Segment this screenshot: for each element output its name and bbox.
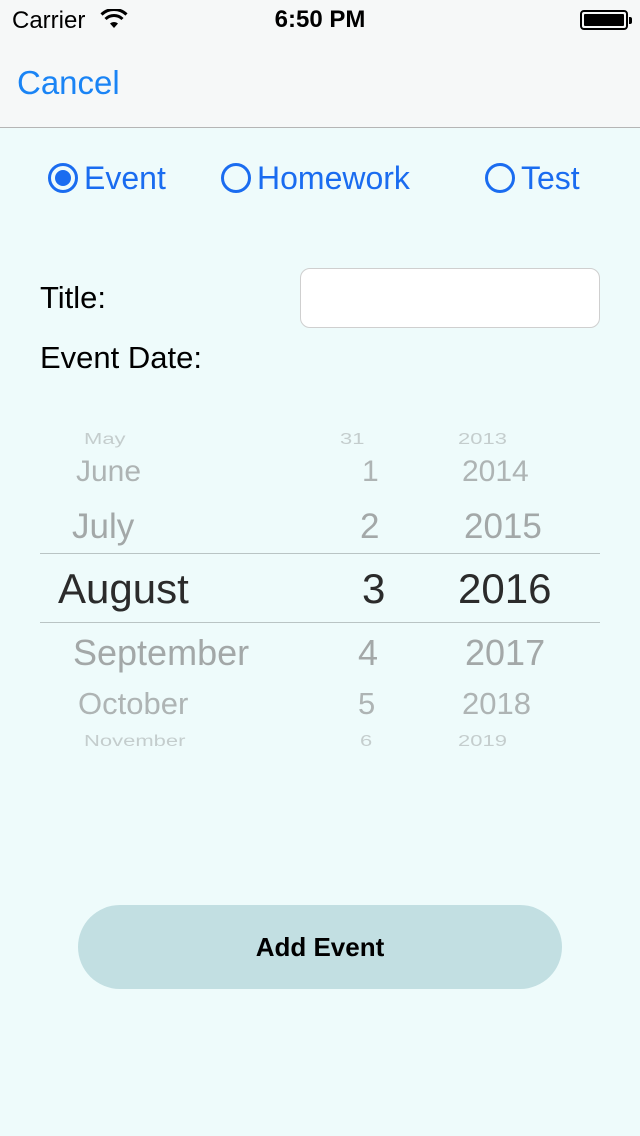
picker-selection-bottom-line	[40, 622, 600, 623]
radio-selected-icon	[48, 163, 78, 193]
picker-year-item[interactable]: 2017	[465, 632, 545, 674]
picker-month-selected[interactable]: August	[58, 565, 189, 613]
radio-unselected-icon	[221, 163, 251, 193]
picker-day-item[interactable]: 2	[360, 507, 379, 547]
add-event-button[interactable]: Add Event	[78, 905, 562, 989]
radio-homework-label: Homework	[257, 159, 410, 196]
radio-unselected-icon	[485, 163, 515, 193]
picker-day-item[interactable]: 31	[340, 430, 364, 448]
picker-day-selected[interactable]: 3	[362, 565, 385, 613]
cancel-button[interactable]: Cancel	[17, 64, 120, 102]
status-bar: Carrier 6:50 PM	[0, 0, 640, 40]
picker-day-item[interactable]: 5	[358, 686, 375, 722]
navigation-bar: Carrier 6:50 PM Cancel	[0, 0, 640, 128]
radio-homework[interactable]: Homework	[221, 158, 410, 198]
picker-year-selected[interactable]: 2016	[458, 565, 551, 613]
picker-month-item[interactable]: July	[72, 507, 134, 547]
picker-day-item[interactable]: 6	[360, 732, 372, 750]
picker-year-item[interactable]: 2019	[458, 732, 507, 750]
radio-test-label: Test	[521, 159, 580, 196]
radio-event-label: Event	[84, 159, 166, 196]
picker-year-item[interactable]: 2014	[462, 455, 529, 489]
picker-day-item[interactable]: 1	[362, 455, 379, 489]
clock: 6:50 PM	[274, 6, 366, 33]
date-picker[interactable]: May June July August September October N…	[40, 410, 600, 758]
picker-month-item[interactable]: November	[84, 732, 185, 750]
radio-event[interactable]: Event	[48, 158, 166, 198]
title-label: Title:	[40, 280, 107, 315]
picker-year-item[interactable]: 2015	[464, 507, 542, 547]
event-date-label: Event Date:	[40, 340, 202, 375]
picker-day-item[interactable]: 4	[358, 632, 378, 674]
picker-month-item[interactable]: October	[78, 686, 188, 722]
picker-month-item[interactable]: September	[73, 632, 249, 674]
picker-month-item[interactable]: June	[76, 455, 141, 489]
title-input[interactable]	[300, 268, 600, 328]
picker-year-item[interactable]: 2013	[458, 430, 507, 448]
picker-year-item[interactable]: 2018	[462, 686, 531, 722]
picker-month-item[interactable]: May	[84, 430, 126, 448]
picker-selection-top-line	[40, 553, 600, 554]
battery-icon	[580, 10, 632, 30]
radio-test[interactable]: Test	[485, 158, 580, 198]
